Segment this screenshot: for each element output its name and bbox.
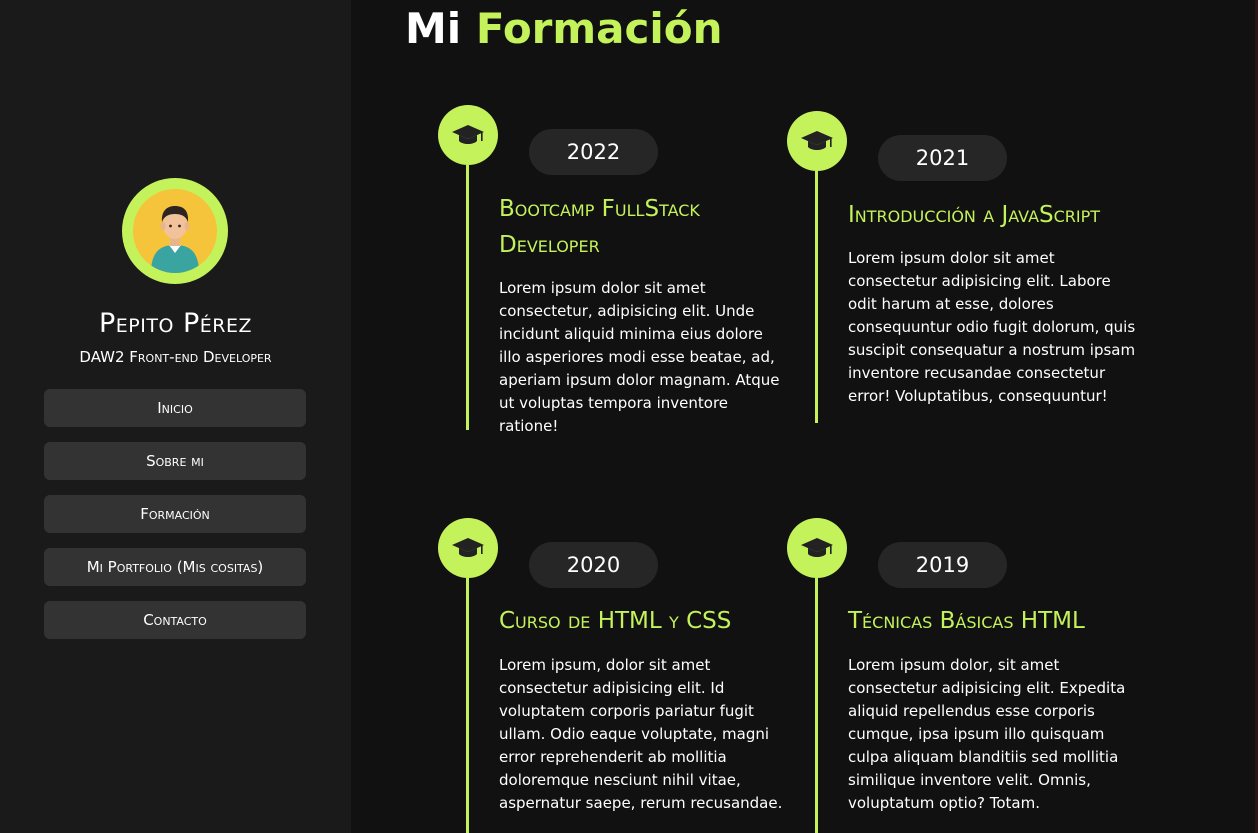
avatar xyxy=(122,178,228,284)
timeline-line xyxy=(815,578,818,833)
nav-button-sobre-mi[interactable]: Sobre mi xyxy=(44,442,306,480)
education-title: Bootcamp FullStack Developer xyxy=(499,196,700,258)
education-description: Lorem ipsum dolor sit amet consectetur a… xyxy=(848,249,1136,405)
graduation-cap-icon xyxy=(438,518,498,578)
sidebar: Pepito Pérez DAW2 Front-end Developer In… xyxy=(0,0,351,833)
education-description: Lorem ipsum dolor sit amet consectetur, … xyxy=(499,279,780,435)
timeline-line xyxy=(466,165,469,430)
nav-button-formacion[interactable]: Formación xyxy=(44,495,306,533)
education-title: Introducción a JavaScript xyxy=(848,202,1101,228)
profile-name: Pepito Pérez xyxy=(98,308,252,339)
page-title-prefix: Mi xyxy=(405,4,462,53)
user-avatar-icon xyxy=(133,189,217,273)
graduation-cap-icon xyxy=(438,105,498,165)
page-title-accent: Formación xyxy=(475,4,723,53)
year-badge: 2021 xyxy=(878,135,1007,181)
page-title: Mi Formación xyxy=(405,4,723,53)
year-badge: 2019 xyxy=(878,542,1007,588)
education-title: Curso de HTML y CSS xyxy=(499,608,732,634)
timeline-line xyxy=(466,578,469,833)
nav-button-contacto[interactable]: Contacto xyxy=(44,601,306,639)
nav-button-portfolio[interactable]: Mi Portfolio (Mis cositas) xyxy=(44,548,306,586)
timeline-line xyxy=(815,171,818,423)
education-description: Lorem ipsum, dolor sit amet consectetur … xyxy=(499,656,783,812)
education-description: Lorem ipsum dolor, sit amet consectetur … xyxy=(848,656,1126,812)
education-title: Técnicas Básicas HTML xyxy=(848,608,1085,634)
year-badge: 2020 xyxy=(529,542,658,588)
graduation-cap-icon xyxy=(787,518,847,578)
nav-button-inicio[interactable]: Inicio xyxy=(44,389,306,427)
year-badge: 2022 xyxy=(529,129,658,175)
graduation-cap-icon xyxy=(787,111,847,171)
profile-role: DAW2 Front-end Developer xyxy=(79,348,272,366)
